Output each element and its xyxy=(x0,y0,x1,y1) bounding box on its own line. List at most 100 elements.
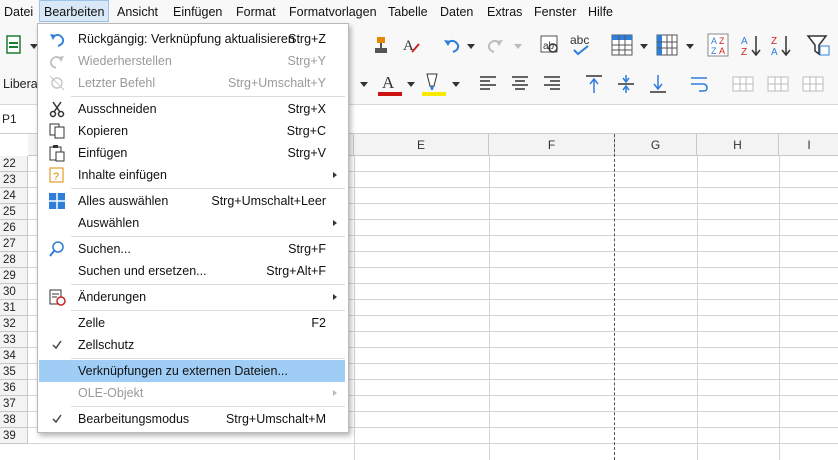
wrap-text-icon[interactable] xyxy=(688,72,710,96)
row-header[interactable]: 26 xyxy=(0,220,28,236)
menu-item-shortcut: Strg+Umschalt+Leer xyxy=(211,194,326,208)
menu-item-shortcut: Strg+Alt+F xyxy=(266,264,326,278)
row-header[interactable]: 32 xyxy=(0,316,28,332)
menu-hilfe[interactable]: Hilfe xyxy=(588,5,613,19)
undo-icon[interactable] xyxy=(441,34,463,56)
menu-item-find[interactable]: Suchen... Strg+F xyxy=(39,238,345,260)
highlighting-dropdown-icon[interactable] xyxy=(452,82,460,87)
menu-item-edit-mode[interactable]: Bearbeitungsmodus Strg+Umschalt+M xyxy=(39,408,345,430)
menu-item-label: Zellschutz xyxy=(78,338,135,352)
redo-icon xyxy=(484,34,506,56)
menu-item-cell-protection[interactable]: Zellschutz xyxy=(39,334,345,356)
center-vertically-icon[interactable] xyxy=(615,72,637,96)
menu-bearbeiten[interactable]: Bearbeiten xyxy=(39,0,110,22)
clear-formatting-icon[interactable]: A xyxy=(400,34,422,56)
sort-descending-icon[interactable]: ZA xyxy=(770,32,792,58)
new-spreadsheet-icon[interactable] xyxy=(4,34,24,56)
grid-column-line xyxy=(697,156,698,460)
menu-item-shortcut: Strg+V xyxy=(287,146,326,160)
row-header[interactable]: 35 xyxy=(0,364,28,380)
row-header[interactable]: 38 xyxy=(0,412,28,428)
menu-item-copy[interactable]: Kopieren Strg+C xyxy=(39,120,345,142)
font-color-icon[interactable]: A xyxy=(377,70,403,98)
menu-item-label: Ausschneiden xyxy=(78,102,157,116)
align-left-icon[interactable] xyxy=(477,72,499,94)
menu-format[interactable]: Format xyxy=(236,5,276,19)
row-header[interactable]: 36 xyxy=(0,380,28,396)
menu-item-find-replace[interactable]: Suchen und ersetzen... Strg+Alt+F xyxy=(39,260,345,282)
align-center-icon[interactable] xyxy=(509,72,531,94)
menu-daten[interactable]: Daten xyxy=(440,5,473,19)
svg-text:A: A xyxy=(741,36,748,47)
menu-ansicht[interactable]: Ansicht xyxy=(117,5,158,19)
row-header[interactable]: 37 xyxy=(0,396,28,412)
column-header-i[interactable]: I xyxy=(779,134,838,156)
row-header[interactable]: 30 xyxy=(0,284,28,300)
row-header[interactable]: 25 xyxy=(0,204,28,220)
row-header[interactable]: 27 xyxy=(0,236,28,252)
spelling-icon[interactable]: abc xyxy=(568,32,596,58)
column-dropdown-icon[interactable] xyxy=(686,44,694,49)
menu-item-cell[interactable]: Zelle F2 xyxy=(39,312,345,334)
menu-fenster[interactable]: Fenster xyxy=(534,5,576,19)
find-replace-icon[interactable]: ab xyxy=(539,34,561,56)
menu-item-select-all[interactable]: Alles auswählen Strg+Umschalt+Leer xyxy=(39,190,345,212)
merge-center-icon xyxy=(766,72,790,96)
svg-text:Z: Z xyxy=(771,36,777,47)
menu-item-select[interactable]: Auswählen xyxy=(39,212,345,234)
row-header[interactable]: 24 xyxy=(0,188,28,204)
menu-item-cut[interactable]: Ausschneiden Strg+X xyxy=(39,98,345,120)
menu-extras[interactable]: Extras xyxy=(487,5,522,19)
row-header[interactable]: 29 xyxy=(0,268,28,284)
undo-dropdown-icon[interactable] xyxy=(467,44,475,49)
menu-item-label: Wiederherstellen xyxy=(78,54,172,68)
autofilter-icon[interactable] xyxy=(806,32,830,58)
row-header[interactable]: 22 xyxy=(0,156,28,172)
column-header-h[interactable]: H xyxy=(697,134,779,156)
row-header[interactable]: 39 xyxy=(0,428,28,444)
name-box[interactable]: P1 xyxy=(0,109,38,129)
font-color-dropdown-icon[interactable] xyxy=(407,82,415,87)
row-dropdown-icon[interactable] xyxy=(640,44,648,49)
menu-item-label: Bearbeitungsmodus xyxy=(78,412,190,426)
align-bottom-icon[interactable] xyxy=(647,72,669,96)
redo-icon xyxy=(48,52,66,70)
highlighting-color-icon[interactable] xyxy=(421,70,447,98)
menu-item-paste-special[interactable]: ? Inhalte einfügen xyxy=(39,164,345,186)
align-top-icon[interactable] xyxy=(583,72,605,96)
font-name-box[interactable]: Liberat xyxy=(3,77,41,91)
svg-text:A: A xyxy=(719,46,725,56)
sort-icon[interactable]: AZZA xyxy=(706,32,730,58)
svg-text:Z: Z xyxy=(719,36,725,46)
clone-formatting-icon[interactable] xyxy=(370,34,392,56)
menu-item-paste[interactable]: Einfügen Strg+V xyxy=(39,142,345,164)
row-icon[interactable] xyxy=(610,33,634,57)
menu-datei[interactable]: Datei xyxy=(4,5,33,19)
column-icon[interactable] xyxy=(655,33,679,57)
menu-item-undo[interactable]: Rückgängig: Verknüpfung aktualisieren St… xyxy=(39,28,345,50)
menu-item-shortcut: Strg+C xyxy=(286,124,326,138)
row-header[interactable]: 23 xyxy=(0,172,28,188)
align-right-icon[interactable] xyxy=(541,72,563,94)
menu-formatvorlagen[interactable]: Formatvorlagen xyxy=(289,5,377,19)
column-header-g[interactable]: G xyxy=(615,134,697,156)
menu-item-track-changes[interactable]: Änderungen xyxy=(39,286,345,308)
column-header-f[interactable]: F xyxy=(489,134,615,156)
menu-einfuegen[interactable]: Einfügen xyxy=(173,5,222,19)
column-header-e[interactable]: E xyxy=(354,134,489,156)
menu-tabelle[interactable]: Tabelle xyxy=(388,5,428,19)
row-header[interactable]: 33 xyxy=(0,332,28,348)
menu-item-label: OLE-Objekt xyxy=(78,386,144,400)
page-break-line xyxy=(614,134,615,460)
copy-icon xyxy=(48,122,66,140)
row-header[interactable]: 31 xyxy=(0,300,28,316)
menu-item-shortcut: Strg+F xyxy=(288,242,326,256)
font-size-dropdown-icon[interactable] xyxy=(360,82,368,87)
svg-text:Z: Z xyxy=(741,47,747,58)
scissors-icon xyxy=(48,100,66,118)
sort-ascending-icon[interactable]: AZ xyxy=(740,32,762,58)
menu-item-external-links[interactable]: Verknüpfungen zu externen Dateien... xyxy=(39,360,345,382)
row-header[interactable]: 28 xyxy=(0,252,28,268)
menu-separator xyxy=(71,236,345,237)
row-header[interactable]: 34 xyxy=(0,348,28,364)
